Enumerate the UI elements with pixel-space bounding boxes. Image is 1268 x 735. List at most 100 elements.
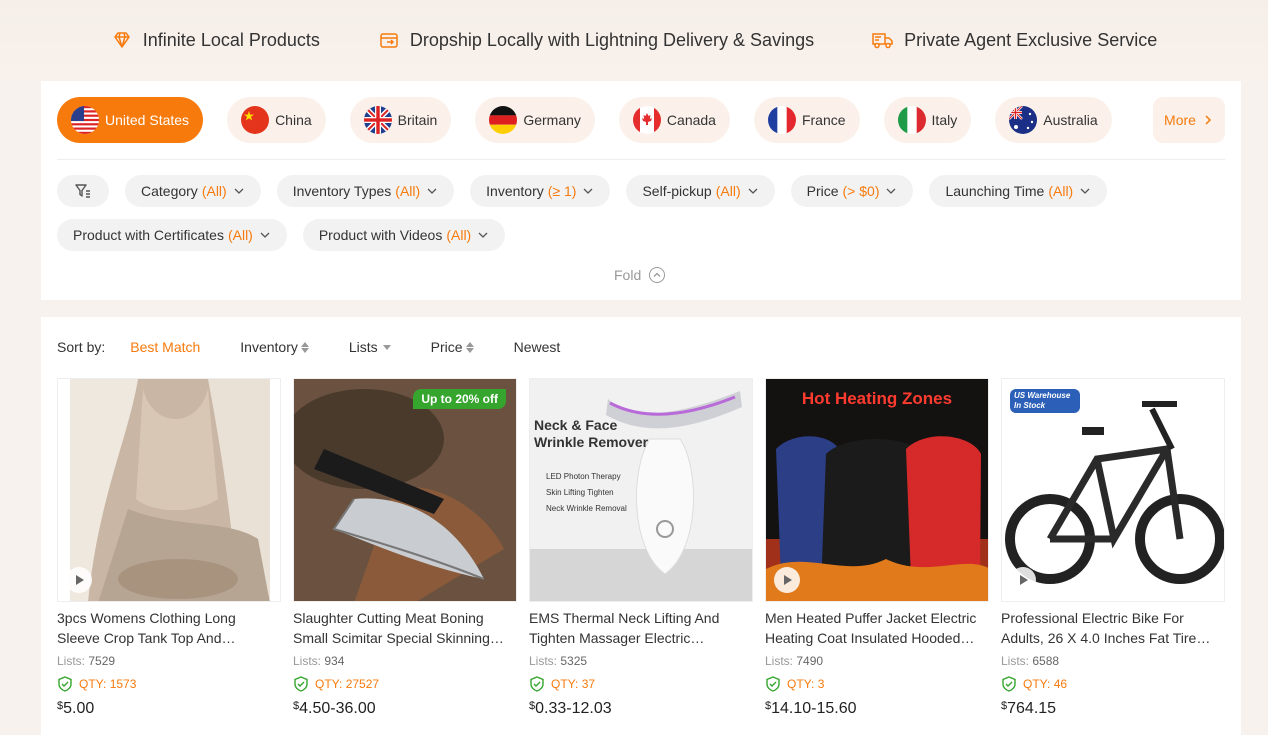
more-countries-button[interactable]: More: [1153, 97, 1225, 143]
lists-label: Lists:: [57, 654, 86, 668]
product-grid: 3pcs Womens Clothing Long Sleeve Crop Ta…: [57, 378, 1225, 718]
diamond-icon: [111, 29, 133, 51]
more-label: More: [1164, 112, 1196, 128]
filter-label: Inventory Types: [292, 183, 392, 199]
sort-option-label: Lists: [348, 339, 378, 355]
sort-newest[interactable]: Newest: [514, 339, 561, 355]
sort-best-match[interactable]: Best Match: [130, 339, 200, 355]
country-china[interactable]: China: [227, 97, 326, 143]
product-title[interactable]: Men Heated Puffer Jacket Electric Heatin…: [765, 608, 989, 648]
qty-value: 27527: [345, 677, 380, 691]
discount-badge: Up to 20% off: [413, 389, 506, 409]
country-australia[interactable]: Australia: [995, 97, 1112, 143]
truck-icon: [872, 29, 894, 51]
price-value: 0.33-12.03: [535, 700, 612, 717]
product-card[interactable]: Hot Heating Zones Men Heated Puffer Jack…: [765, 378, 989, 718]
qty-value: 1573: [109, 677, 137, 691]
banner-item-private-agent: Private Agent Exclusive Service: [872, 29, 1157, 51]
play-video-icon[interactable]: [1010, 567, 1036, 593]
filter-inventory-types[interactable]: Inventory Types (All): [276, 175, 455, 207]
product-card[interactable]: Neck & Face Wrinkle Remover LED Photon T…: [529, 378, 753, 718]
product-image[interactable]: US Warehouse In Stock: [1001, 378, 1225, 602]
filter-label: Price: [806, 183, 839, 199]
sort-option-label: Inventory: [240, 339, 298, 355]
filter-price[interactable]: Price (> $0): [790, 175, 914, 207]
product-price: $14.10-15.60: [765, 700, 989, 718]
filter-label: Launching Time: [945, 183, 1045, 199]
sort-price[interactable]: Price: [431, 339, 474, 355]
qty-label: QTY:: [79, 677, 107, 691]
filter-toggle-button[interactable]: [57, 175, 109, 207]
australia-flag-icon: [1009, 106, 1038, 134]
filter-value: (All): [227, 227, 253, 243]
product-lists: Lists: 934: [293, 654, 517, 668]
sort-bar: Sort by: Best Match Inventory Lists Pric…: [57, 339, 600, 355]
play-video-icon[interactable]: [774, 567, 800, 593]
sort-arrows-icon: [465, 341, 474, 353]
funnel-icon: [75, 184, 90, 198]
product-card[interactable]: Up to 20% off Slaughter Cutting Meat Bon…: [293, 378, 517, 718]
image-overlay-text: Neck & Face Wrinkle Remover: [534, 417, 648, 451]
country-label: Italy: [931, 112, 958, 128]
sort-option-label: Newest: [513, 339, 561, 355]
product-title[interactable]: Slaughter Cutting Meat Boning Small Scim…: [293, 608, 517, 648]
price-value: 14.10-15.60: [771, 700, 857, 717]
china-flag-icon: [241, 106, 270, 134]
product-image[interactable]: Hot Heating Zones: [765, 378, 989, 602]
country-label: Canada: [666, 112, 716, 128]
product-price: $4.50-36.00: [293, 700, 517, 718]
image-bullet: Skin Lifting Tighten: [546, 488, 614, 497]
lists-label: Lists:: [529, 654, 558, 668]
country-united-states[interactable]: United States: [57, 97, 204, 143]
verified-shield-icon: [58, 676, 72, 692]
lists-value: 6588: [1032, 654, 1060, 668]
sort-inventory[interactable]: Inventory: [240, 339, 309, 355]
country-germany[interactable]: Germany: [475, 97, 595, 143]
qty-label: QTY:: [551, 677, 579, 691]
lists-label: Lists:: [765, 654, 794, 668]
product-title[interactable]: Professional Electric Bike For Adults, 2…: [1001, 608, 1225, 648]
sort-option-label: Price: [430, 339, 463, 355]
fold-toggle[interactable]: Fold: [614, 267, 666, 283]
product-qty: QTY: 37: [529, 676, 753, 692]
sort-lists[interactable]: Lists: [349, 339, 391, 355]
play-video-icon[interactable]: [66, 567, 92, 593]
product-image[interactable]: [57, 378, 281, 602]
product-card[interactable]: US Warehouse In Stock Professional Elect…: [1001, 378, 1225, 718]
country-britain[interactable]: Britain: [349, 97, 452, 143]
filter-launching-time[interactable]: Launching Time (All): [929, 175, 1108, 207]
image-headline-line2: Wrinkle Remover: [534, 434, 649, 450]
image-bullet-list: LED Photon Therapy Skin Lifting Tighten …: [546, 469, 627, 517]
divider: [57, 159, 1225, 160]
product-title[interactable]: EMS Thermal Neck Lifting And Tighten Mas…: [529, 608, 753, 648]
filter-certificates[interactable]: Product with Certificates (All): [57, 219, 287, 251]
product-lists: Lists: 7490: [765, 654, 989, 668]
filter-self-pickup[interactable]: Self-pickup (All): [626, 175, 775, 207]
germany-flag-icon: [489, 106, 518, 134]
filter-label: Inventory: [486, 183, 544, 199]
price-value: 5.00: [63, 700, 95, 717]
product-card[interactable]: 3pcs Womens Clothing Long Sleeve Crop Ta…: [57, 378, 281, 718]
product-qty: QTY: 27527: [293, 676, 517, 692]
lists-label: Lists:: [293, 654, 322, 668]
product-title[interactable]: 3pcs Womens Clothing Long Sleeve Crop Ta…: [57, 608, 281, 648]
country-france[interactable]: France: [753, 97, 860, 143]
filter-videos[interactable]: Product with Videos (All): [302, 219, 506, 251]
us-flag-icon: [71, 106, 99, 134]
filter-panel: United States China Britain Germany Cana…: [41, 81, 1241, 300]
banner-item-label: Infinite Local Products: [142, 29, 320, 50]
country-italy[interactable]: Italy: [883, 97, 972, 143]
product-image[interactable]: Up to 20% off: [293, 378, 517, 602]
lists-value: 5325: [560, 654, 588, 668]
filter-inventory[interactable]: Inventory (≥ 1): [470, 175, 611, 207]
product-qty: QTY: 46: [1001, 676, 1225, 692]
chevron-down-icon: [427, 188, 437, 194]
country-canada[interactable]: Canada: [618, 97, 730, 143]
filter-category[interactable]: Category (All): [125, 175, 261, 207]
product-image[interactable]: Neck & Face Wrinkle Remover LED Photon T…: [529, 378, 753, 602]
lists-value: 934: [324, 654, 345, 668]
chevron-down-icon: [887, 188, 896, 194]
chevron-down-icon: [260, 232, 270, 238]
filter-value: (All): [1048, 183, 1074, 199]
price-value: 764.15: [1007, 700, 1057, 717]
